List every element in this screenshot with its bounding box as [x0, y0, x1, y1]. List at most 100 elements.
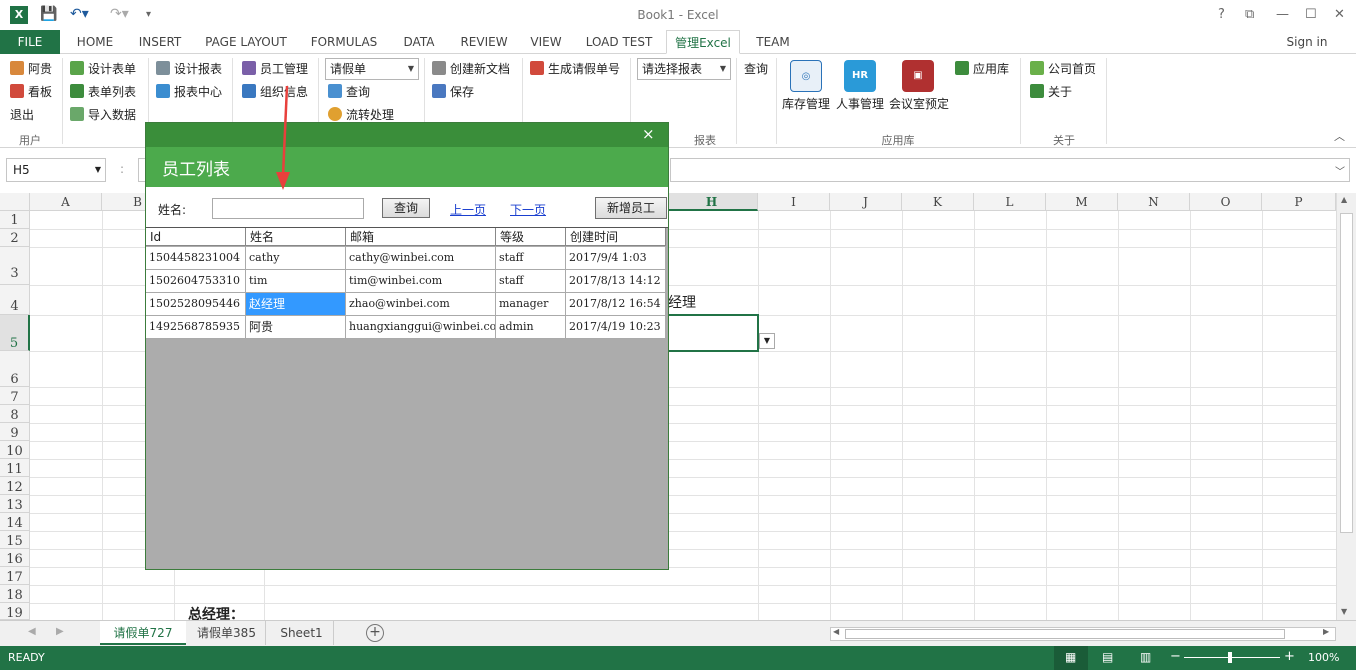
- employee-table[interactable]: Id 姓名 邮箱 等级 创建时间 1504458231004 cathy cat…: [146, 227, 668, 569]
- report-center-button[interactable]: 报表中心: [156, 83, 222, 100]
- zoom-slider-thumb[interactable]: [1228, 652, 1232, 663]
- header-email[interactable]: 邮箱: [346, 228, 496, 246]
- row-header-12[interactable]: 12: [0, 477, 30, 495]
- prev-page-link[interactable]: 上一页: [450, 201, 486, 218]
- row-header-5[interactable]: 5: [0, 315, 30, 351]
- normal-view-icon[interactable]: ▦: [1054, 646, 1088, 670]
- collapse-ribbon-icon[interactable]: ︿: [1334, 128, 1345, 144]
- table-cell[interactable]: staff: [496, 247, 566, 270]
- col-header-l[interactable]: L: [974, 193, 1046, 211]
- h-scroll-thumb[interactable]: [845, 629, 1285, 639]
- hr-icon[interactable]: HR: [844, 60, 876, 92]
- name-box[interactable]: H5 ▼: [6, 158, 106, 182]
- tab-team[interactable]: TEAM: [748, 30, 798, 54]
- row-header-4[interactable]: 4: [0, 285, 30, 315]
- scroll-thumb[interactable]: [1340, 213, 1353, 533]
- design-form-button[interactable]: 设计表单: [70, 60, 136, 77]
- header-id[interactable]: Id: [146, 228, 246, 246]
- vertical-scrollbar[interactable]: ▲ ▼: [1336, 193, 1356, 620]
- row-header-15[interactable]: 15: [0, 531, 30, 549]
- tab-page-layout[interactable]: PAGE LAYOUT: [198, 30, 294, 54]
- row-header-14[interactable]: 14: [0, 513, 30, 531]
- meeting-room-button[interactable]: 会议室预定: [889, 95, 949, 112]
- dialog-titlebar[interactable]: [146, 123, 668, 147]
- row-header-16[interactable]: 16: [0, 549, 30, 567]
- sheet-next-icon[interactable]: ▶: [56, 626, 64, 637]
- table-cell[interactable]: 阿贵: [246, 316, 346, 339]
- col-header-i[interactable]: I: [758, 193, 830, 211]
- cell-g4[interactable]: 经理: [668, 292, 696, 312]
- add-employee-button[interactable]: 新增员工: [595, 197, 667, 219]
- app-store-button[interactable]: 应用库: [955, 60, 1009, 77]
- design-report-button[interactable]: 设计报表: [156, 60, 222, 77]
- header-level[interactable]: 等级: [496, 228, 566, 246]
- tab-insert[interactable]: INSERT: [132, 30, 188, 54]
- table-cell[interactable]: admin: [496, 316, 566, 339]
- board-button[interactable]: 看板: [10, 83, 52, 100]
- col-header-h[interactable]: H: [666, 193, 758, 211]
- table-cell[interactable]: huangxianggui@winbei.com: [346, 316, 496, 339]
- hr-button[interactable]: 人事管理: [836, 95, 884, 112]
- user-button[interactable]: 阿贵: [10, 60, 52, 77]
- row-header-17[interactable]: 17: [0, 567, 30, 585]
- maximize-icon[interactable]: ☐: [1305, 7, 1317, 22]
- form-type-select[interactable]: 请假单 ▼: [325, 58, 419, 80]
- generate-number-button[interactable]: 生成请假单号: [530, 60, 620, 77]
- table-cell[interactable]: 1502604753310: [146, 270, 246, 293]
- ribbon-display-icon[interactable]: ⧉: [1245, 7, 1254, 22]
- import-data-button[interactable]: 导入数据: [70, 106, 136, 123]
- report-select[interactable]: 请选择报表 ▼: [637, 58, 731, 80]
- table-cell[interactable]: cathy@winbei.com: [346, 247, 496, 270]
- table-cell[interactable]: manager: [496, 293, 566, 316]
- scroll-down-icon[interactable]: ▼: [1341, 607, 1347, 616]
- sheet-tab-727[interactable]: 请假单727: [100, 621, 186, 645]
- zoom-out-icon[interactable]: −: [1170, 649, 1181, 664]
- row-header-7[interactable]: 7: [0, 387, 30, 405]
- row-header-6[interactable]: 6: [0, 351, 30, 387]
- close-window-icon[interactable]: ✕: [1334, 7, 1345, 22]
- tab-manage-excel[interactable]: 管理Excel: [666, 30, 740, 54]
- expand-formula-icon[interactable]: ﹀: [1335, 163, 1345, 178]
- scroll-left-icon[interactable]: ◀: [833, 627, 839, 636]
- inventory-icon[interactable]: ◎: [790, 60, 822, 92]
- col-header-o[interactable]: O: [1190, 193, 1262, 211]
- sign-in-link[interactable]: Sign in: [1280, 30, 1334, 54]
- table-cell[interactable]: 2017/8/12 16:54: [566, 293, 666, 316]
- minimize-icon[interactable]: —: [1276, 7, 1289, 22]
- row-header-13[interactable]: 13: [0, 495, 30, 513]
- row-header-9[interactable]: 9: [0, 423, 30, 441]
- table-cell[interactable]: 2017/9/4 1:03: [566, 247, 666, 270]
- tab-view[interactable]: VIEW: [524, 30, 568, 54]
- form-list-button[interactable]: 表单列表: [70, 83, 136, 100]
- tab-review[interactable]: REVIEW: [454, 30, 514, 54]
- col-header-a[interactable]: A: [30, 193, 102, 211]
- meeting-room-icon[interactable]: ▣: [902, 60, 934, 92]
- close-icon[interactable]: ×: [642, 125, 655, 143]
- tab-home[interactable]: HOME: [68, 30, 122, 54]
- row-header-11[interactable]: 11: [0, 459, 30, 477]
- row-header-18[interactable]: 18: [0, 585, 30, 603]
- scroll-up-icon[interactable]: ▲: [1341, 195, 1347, 204]
- zoom-level[interactable]: 100%: [1308, 651, 1339, 664]
- zoom-in-icon[interactable]: +: [1284, 649, 1295, 664]
- inventory-button[interactable]: 库存管理: [782, 95, 830, 112]
- row-header-8[interactable]: 8: [0, 405, 30, 423]
- horizontal-scrollbar[interactable]: ◀ ▶: [830, 627, 1336, 641]
- selected-cell-h5[interactable]: [667, 314, 759, 352]
- select-all-corner[interactable]: [0, 193, 30, 211]
- row-header-19[interactable]: 19: [0, 603, 30, 620]
- page-break-view-icon[interactable]: ▥: [1140, 650, 1151, 664]
- table-cell[interactable]: 1504458231004: [146, 247, 246, 270]
- row-header-10[interactable]: 10: [0, 441, 30, 459]
- save-doc-button[interactable]: 保存: [432, 83, 474, 100]
- col-header-m[interactable]: M: [1046, 193, 1118, 211]
- table-cell[interactable]: tim@winbei.com: [346, 270, 496, 293]
- table-cell-selected[interactable]: 赵经理: [246, 293, 346, 316]
- query-button[interactable]: 查询: [382, 198, 430, 218]
- row-header-3[interactable]: 3: [0, 247, 30, 285]
- col-header-k[interactable]: K: [902, 193, 974, 211]
- about-button[interactable]: 关于: [1030, 83, 1072, 100]
- tab-file[interactable]: FILE: [0, 30, 60, 54]
- scroll-right-icon[interactable]: ▶: [1323, 627, 1329, 636]
- row-header-2[interactable]: 2: [0, 229, 30, 247]
